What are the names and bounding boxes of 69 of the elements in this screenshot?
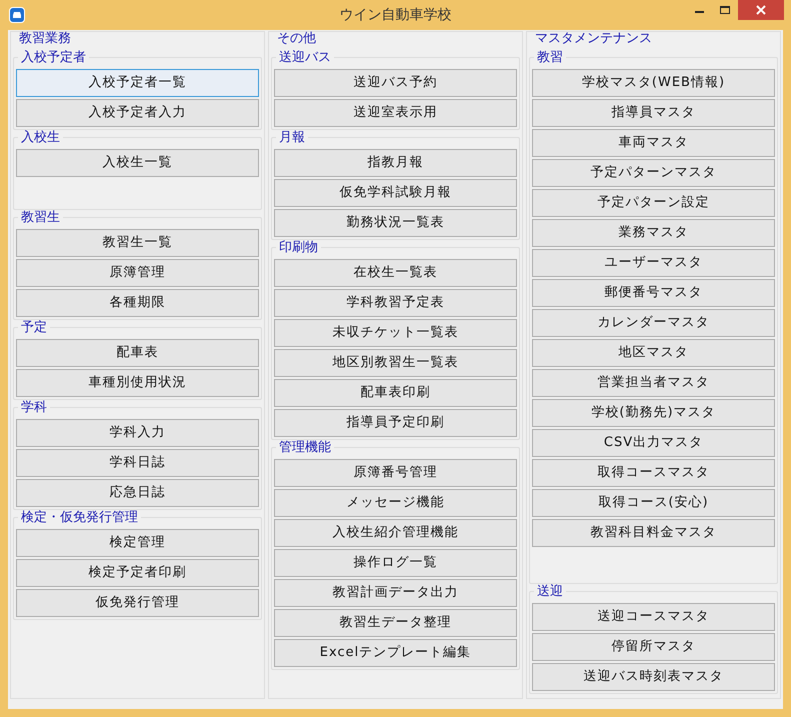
menu-button[interactable]: 応急日誌	[16, 479, 259, 507]
column-heading: 教習業務	[19, 32, 72, 46]
menu-button[interactable]: 車両マスタ	[532, 129, 775, 157]
menu-button[interactable]: 指導員マスタ	[532, 99, 775, 127]
menu-button[interactable]: 入校予定者入力	[16, 99, 259, 127]
group-heading: 予定	[18, 321, 50, 335]
menu-button[interactable]: Excelテンプレート編集	[274, 639, 517, 667]
group-heading: 学科	[18, 401, 50, 415]
group-heading: 検定・仮免発行管理	[18, 511, 141, 525]
menu-button[interactable]: 取得コースマスタ	[532, 459, 775, 487]
menu-button[interactable]: 郵便番号マスタ	[532, 279, 775, 307]
menu-button[interactable]: 教習生データ整理	[274, 609, 517, 637]
menu-button[interactable]: 各種期限	[16, 289, 259, 317]
menu-button[interactable]: 入校生一覧	[16, 149, 259, 177]
menu-button[interactable]: 配車表	[16, 339, 259, 367]
menu-button[interactable]: 教習生一覧	[16, 229, 259, 257]
menu-button[interactable]: 学科入力	[16, 419, 259, 447]
window-title: ウイン自動車学校	[340, 6, 452, 24]
group-heading: 入校生	[18, 131, 63, 145]
app-icon	[9, 7, 25, 23]
group-heading: 月報	[276, 131, 308, 145]
menu-button[interactable]: 地区マスタ	[532, 339, 775, 367]
menu-button[interactable]: 指教月報	[274, 149, 517, 177]
menu-button[interactable]: 仮免学科試験月報	[274, 179, 517, 207]
menu-button[interactable]: 停留所マスタ	[532, 633, 775, 661]
menu-button[interactable]: 配車表印刷	[274, 379, 517, 407]
menu-button[interactable]: 操作ログ一覧	[274, 549, 517, 577]
menu-button[interactable]: 在校生一覧表	[274, 259, 517, 287]
menu-button[interactable]: 仮免発行管理	[16, 589, 259, 617]
group-heading: 送迎	[534, 585, 566, 599]
menu-button[interactable]: 送迎バス予約	[274, 69, 517, 97]
menu-button[interactable]: 未収チケット一覧表	[274, 319, 517, 347]
group-heading: 管理機能	[276, 441, 334, 455]
menu-button[interactable]: 学科教習予定表	[274, 289, 517, 317]
menu-button[interactable]: 業務マスタ	[532, 219, 775, 247]
menu-button[interactable]: 送迎コースマスタ	[532, 603, 775, 631]
menu-button[interactable]: ユーザーマスタ	[532, 249, 775, 277]
menu-button[interactable]: 勤務状況一覧表	[274, 209, 517, 237]
group-heading: 印刷物	[276, 241, 321, 255]
menu-button[interactable]: 送迎室表示用	[274, 99, 517, 127]
menu-button[interactable]: 指導員予定印刷	[274, 409, 517, 437]
menu-button[interactable]: 検定管理	[16, 529, 259, 557]
menu-button[interactable]: CSV出力マスタ	[532, 429, 775, 457]
column-heading: マスタメンテナンス	[535, 32, 653, 46]
menu-button[interactable]: 教習科目料金マスタ	[532, 519, 775, 547]
menu-button[interactable]: 入校予定者一覧	[16, 69, 259, 97]
column-heading: その他	[277, 32, 317, 46]
menu-button[interactable]: 予定パターンマスタ	[532, 159, 775, 187]
menu-button[interactable]: 検定予定者印刷	[16, 559, 259, 587]
group-heading: 教習	[534, 51, 566, 65]
group-heading: 送迎バス	[276, 51, 334, 65]
menu-button[interactable]: 予定パターン設定	[532, 189, 775, 217]
close-icon[interactable]	[738, 0, 784, 20]
group-heading: 教習生	[18, 211, 63, 225]
menu-button[interactable]: 車種別使用状況	[16, 369, 259, 397]
menu-button[interactable]: 送迎バス時刻表マスタ	[532, 663, 775, 691]
menu-button[interactable]: 学校(勤務先)マスタ	[532, 399, 775, 427]
menu-button[interactable]: 地区別教習生一覧表	[274, 349, 517, 377]
menu-button[interactable]: メッセージ機能	[274, 489, 517, 517]
menu-button[interactable]: 原簿番号管理	[274, 459, 517, 487]
menu-button[interactable]: 学校マスタ(WEB情報)	[532, 69, 775, 97]
menu-button[interactable]: カレンダーマスタ	[532, 309, 775, 337]
menu-button[interactable]: 教習計画データ出力	[274, 579, 517, 607]
menu-button[interactable]: 学科日誌	[16, 449, 259, 477]
menu-button[interactable]: 入校生紹介管理機能	[274, 519, 517, 547]
group-heading: 入校予定者	[18, 51, 89, 65]
menu-button[interactable]: 取得コース(安心)	[532, 489, 775, 517]
menu-button[interactable]: 原簿管理	[16, 259, 259, 287]
menu-button[interactable]: 営業担当者マスタ	[532, 369, 775, 397]
